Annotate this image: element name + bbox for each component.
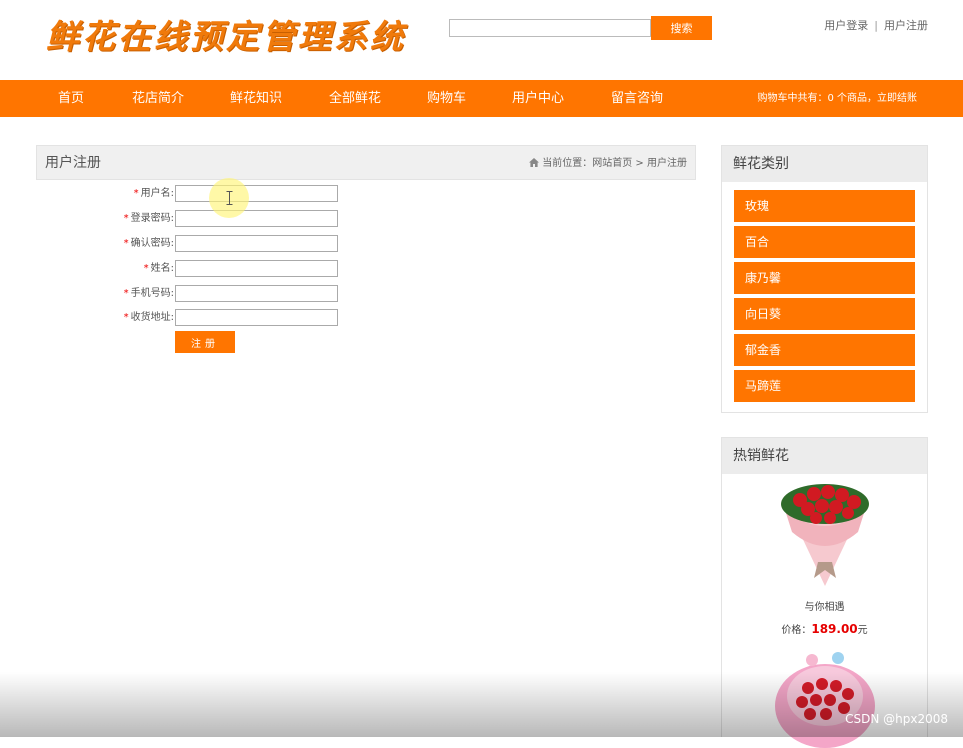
nav-item-about[interactable]: 花店简介	[132, 80, 184, 117]
category-item-carnation[interactable]: 康乃馨	[734, 262, 915, 294]
nav-item-user-center[interactable]: 用户中心	[512, 80, 564, 117]
category-item-tulip[interactable]: 郁金香	[734, 334, 915, 366]
category-box: 鲜花类别 玫瑰 百合 康乃馨 向日葵 郁金香 马蹄莲	[721, 145, 928, 413]
watermark: CSDN @hpx2008	[845, 712, 948, 726]
username-label: * 用户名:	[133, 188, 174, 199]
product-image-bouquet[interactable]	[770, 482, 880, 588]
nav-item-knowledge[interactable]: 鲜花知识	[230, 80, 282, 117]
main-nav: 首页 花店简介 鲜花知识 全部鲜花 购物车 用户中心 留言咨询 购物车中共有：0…	[0, 80, 963, 117]
nav-item-cart[interactable]: 购物车	[427, 80, 466, 117]
password-label: * 登录密码:	[123, 213, 174, 224]
product-price: 价格：189.00元	[781, 622, 868, 636]
breadcrumb: 当前位置：网站首页 > 用户注册	[529, 146, 687, 181]
breadcrumb-current: 用户注册	[647, 158, 687, 169]
form-row-name: * 姓名:	[36, 260, 356, 280]
cart-summary-link[interactable]: 购物车中共有：0 个商品，立即结账	[757, 80, 917, 117]
category-box-title: 鲜花类别	[722, 146, 927, 182]
search-input[interactable]	[449, 19, 651, 37]
product-card[interactable]: 与你相遇 价格：189.00元	[722, 482, 927, 748]
breadcrumb-separator: >	[635, 158, 644, 169]
nav-item-home[interactable]: 首页	[58, 80, 84, 117]
hot-flowers-box: 热销鲜花 与你相遇 价格：189.00元	[721, 437, 928, 748]
hot-flowers-title: 热销鲜花	[722, 438, 927, 474]
top-links: 用户登录 | 用户注册	[824, 17, 928, 33]
product-name[interactable]: 与你相遇	[722, 598, 927, 613]
category-item-sunflower[interactable]: 向日葵	[734, 298, 915, 330]
category-item-calla-lily[interactable]: 马蹄莲	[734, 370, 915, 402]
form-row-phone: * 手机号码:	[36, 285, 356, 305]
phone-label: * 手机号码:	[123, 288, 174, 299]
form-row-address: * 收货地址:	[36, 309, 356, 329]
page-title: 用户注册	[45, 155, 101, 171]
product-image-bouquet-2[interactable]	[770, 648, 880, 748]
home-icon	[529, 158, 540, 167]
site-logo: 鲜花在线预定管理系统	[46, 17, 406, 56]
address-input[interactable]	[175, 309, 338, 326]
confirm-password-label: * 确认密码:	[123, 238, 174, 249]
phone-input[interactable]	[175, 285, 338, 302]
username-input[interactable]	[175, 185, 338, 202]
form-row-password: * 登录密码:	[36, 210, 356, 230]
address-label: * 收货地址:	[123, 312, 174, 323]
password-input[interactable]	[175, 210, 338, 227]
register-link[interactable]: 用户注册	[884, 19, 928, 32]
login-link[interactable]: 用户登录	[824, 19, 868, 32]
form-row-confirm-password: * 确认密码:	[36, 235, 356, 255]
breadcrumb-home-link[interactable]: 网站首页	[592, 158, 632, 169]
category-item-rose[interactable]: 玫瑰	[734, 190, 915, 222]
form-row-username: * 用户名:	[36, 185, 356, 205]
nav-item-message[interactable]: 留言咨询	[611, 80, 663, 117]
register-button[interactable]: 注册	[175, 331, 235, 353]
breadcrumb-prefix: 当前位置：	[542, 158, 593, 169]
text-cursor-icon	[226, 191, 233, 205]
nav-item-all-flowers[interactable]: 全部鲜花	[329, 80, 381, 117]
category-item-lily[interactable]: 百合	[734, 226, 915, 258]
name-input[interactable]	[175, 260, 338, 277]
top-links-separator: |	[874, 19, 878, 32]
name-label: * 姓名:	[143, 263, 174, 274]
confirm-password-input[interactable]	[175, 235, 338, 252]
register-panel-header: 用户注册 当前位置：网站首页 > 用户注册	[36, 145, 696, 180]
search-button[interactable]: 搜索	[651, 16, 712, 40]
